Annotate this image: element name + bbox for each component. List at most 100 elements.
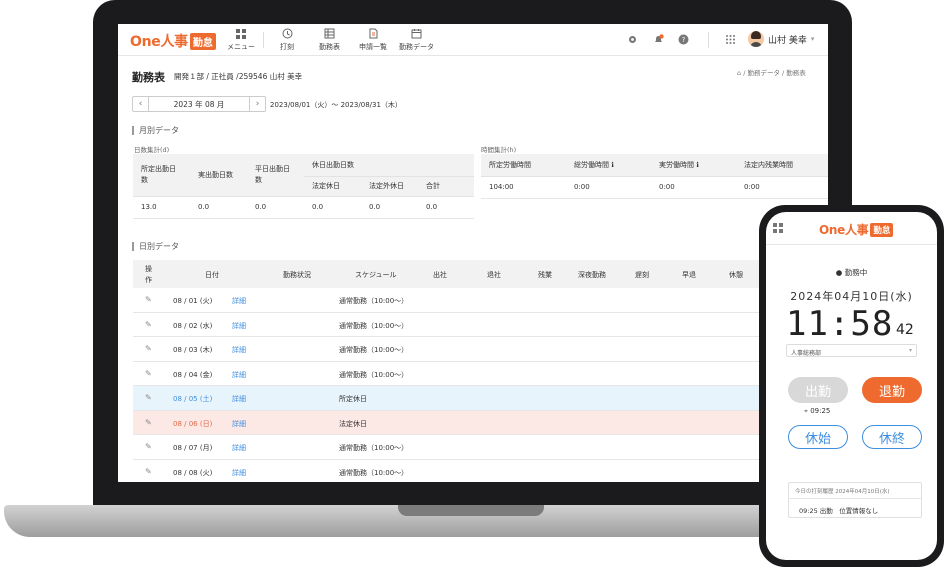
row-schedule: 通常勤務（10:00〜）: [339, 346, 409, 354]
table-cell: 0.0: [247, 196, 304, 219]
row-schedule: 通常勤務（10:00〜）: [339, 468, 409, 477]
daily-section-title: 日別データ: [132, 242, 179, 251]
col-non-legal-holiday: 法定外休日: [361, 176, 418, 197]
detail-link[interactable]: 詳細: [232, 370, 246, 380]
edit-icon[interactable]: ✎: [145, 295, 152, 304]
location-pin-icon: ⌖: [804, 407, 808, 415]
break-start-button[interactable]: 休始: [788, 425, 848, 449]
table-row[interactable]: ✎ 08 / 02 (水) 詳細 通常勤務（10:00〜）: [133, 313, 828, 337]
detail-link[interactable]: 詳細: [232, 468, 246, 478]
nav-label: メニュー: [227, 43, 255, 51]
col-early-leave: 早退: [682, 271, 696, 279]
table-cell: 0.0: [418, 196, 474, 219]
col-overtime-hours: 法定内残業時間: [736, 154, 828, 177]
table-row[interactable]: ✎ 08 / 07 (月) 詳細 通常勤務（10:00〜）: [133, 435, 828, 460]
edit-icon[interactable]: ✎: [145, 320, 152, 329]
current-seconds: 42: [896, 322, 914, 338]
breadcrumb-path[interactable]: 勤務データ / 勤務表: [747, 69, 805, 77]
col-scheduled-days: 所定出勤日数: [133, 154, 190, 197]
edit-icon[interactable]: ✎: [145, 442, 152, 451]
next-month-button[interactable]: ›: [249, 97, 265, 111]
app-logo[interactable]: One人事 勤怠: [130, 31, 216, 51]
table-cell: 0:00: [736, 176, 828, 199]
row-date: 08 / 05 (土): [173, 395, 213, 403]
clock-in-button[interactable]: 出勤: [788, 377, 848, 403]
table-row-sunday[interactable]: ✎ 08 / 06 (日) 詳細 法定休日: [133, 410, 828, 435]
grid-icon[interactable]: [773, 223, 783, 233]
table-row[interactable]: ✎ 08 / 03 (木) 詳細 通常勤務（10:00〜）: [133, 337, 828, 362]
clock-icon: [282, 28, 293, 39]
edit-icon[interactable]: ✎: [145, 418, 152, 427]
prev-month-button[interactable]: ‹: [133, 97, 149, 111]
grid-icon: [236, 28, 247, 39]
table-row[interactable]: ✎ 08 / 01 (火) 詳細 通常勤務（10:00〜）: [133, 288, 828, 313]
divider: [263, 32, 264, 48]
hours-summary-table: 所定労働時間 総労働時間 ℹ 実労働時間 ℹ 法定内残業時間 104:00 0:…: [481, 154, 828, 199]
month-label[interactable]: 2023 年 08 月: [149, 99, 249, 110]
col-overtime: 残業: [538, 271, 552, 279]
row-date: 08 / 03 (木): [173, 346, 213, 354]
table-cell: 13.0: [133, 196, 190, 219]
col-actual-days: 実出勤日数: [190, 154, 247, 197]
laptop-screen: One人事 勤怠 メニュー 打刻 勤務表 申請一覧 勤務データ ? 山村 美幸 …: [118, 24, 828, 482]
nav-label: 勤務データ: [399, 43, 434, 51]
bell-icon[interactable]: [653, 34, 664, 45]
break-end-button[interactable]: 休終: [862, 425, 922, 449]
month-selector: ‹ 2023 年 08 月 ›: [132, 96, 266, 112]
nav-label: 打刻: [280, 43, 294, 51]
logo-badge: 勤怠: [870, 222, 894, 237]
department-select[interactable]: 人事総務部 ▾: [786, 344, 917, 357]
detail-link[interactable]: 詳細: [232, 321, 246, 331]
detail-link[interactable]: 詳細: [232, 394, 246, 404]
edit-icon[interactable]: ✎: [145, 344, 152, 353]
days-summary-label: 日数集計(d): [134, 146, 170, 154]
table-icon: [324, 28, 335, 39]
logo-text: One人事: [130, 34, 188, 50]
clock-out-button[interactable]: 退勤: [862, 377, 922, 403]
edit-icon[interactable]: ✎: [145, 369, 152, 378]
row-date: 08 / 08 (火): [173, 468, 213, 477]
edit-icon[interactable]: ✎: [145, 467, 152, 476]
table-cell: 0:00: [651, 176, 736, 199]
nav-attendance-data[interactable]: 勤務データ: [399, 28, 434, 52]
detail-link[interactable]: 詳細: [232, 443, 246, 453]
help-icon[interactable]: ?: [678, 34, 689, 45]
table-cell: 0.0: [304, 196, 361, 219]
table-cell: 0:00: [566, 176, 651, 199]
divider: [708, 32, 709, 48]
breadcrumb: ⌂ / 勤務データ / 勤務表: [737, 69, 806, 77]
row-schedule: 通常勤務（10:00〜）: [339, 444, 409, 452]
nav-menu[interactable]: メニュー: [227, 28, 255, 52]
user-menu[interactable]: 山村 美幸 ▾: [748, 31, 814, 47]
days-summary-table: 所定出勤日数 実出勤日数 平日出勤日数 休日出勤日数 法定休日 法定外休日 合計…: [133, 154, 474, 219]
table-row[interactable]: ✎ 08 / 08 (火) 詳細 通常勤務（10:00〜）: [133, 460, 828, 483]
daily-table-header: 操作 日付 勤務状況 スケジュール 出社 退社 残業 深夜勤務 遅刻 早退 休憩: [133, 260, 828, 288]
col-total: 合計: [418, 176, 474, 197]
col-clock-out: 退社: [487, 271, 501, 279]
detail-link[interactable]: 詳細: [232, 419, 246, 429]
document-icon: [368, 28, 379, 39]
gear-icon[interactable]: [627, 34, 638, 45]
row-date: 08 / 04 (金): [173, 370, 213, 379]
chevron-down-icon: ▾: [810, 35, 815, 43]
laptop-notch: [398, 505, 544, 516]
calendar-icon: [411, 28, 422, 39]
apps-grid-icon[interactable]: [725, 34, 736, 45]
page-title: 勤務表: [132, 71, 165, 84]
nav-timesheet[interactable]: 勤務表: [319, 28, 340, 52]
info-icon[interactable]: ℹ: [696, 161, 699, 169]
edit-icon[interactable]: ✎: [145, 393, 152, 402]
current-date: 2024年04月10日(水): [790, 290, 913, 303]
col-break: 休憩: [729, 271, 743, 279]
nav-requests[interactable]: 申請一覧: [359, 28, 387, 52]
info-icon[interactable]: ℹ: [611, 161, 614, 169]
col-late-night: 深夜勤務: [578, 271, 606, 279]
home-icon[interactable]: ⌂: [737, 69, 741, 77]
table-row[interactable]: ✎ 08 / 04 (金) 詳細 通常勤務（10:00〜）: [133, 362, 828, 386]
col-clock-in: 出社: [433, 271, 447, 279]
nav-clock[interactable]: 打刻: [280, 28, 294, 52]
table-row-saturday[interactable]: ✎ 08 / 05 (土) 詳細 所定休日: [133, 386, 828, 411]
detail-link[interactable]: 詳細: [232, 345, 246, 355]
detail-link[interactable]: 詳細: [232, 296, 246, 306]
employee-info: 開発１部 / 正社員 /259546 山村 美幸: [174, 72, 303, 81]
